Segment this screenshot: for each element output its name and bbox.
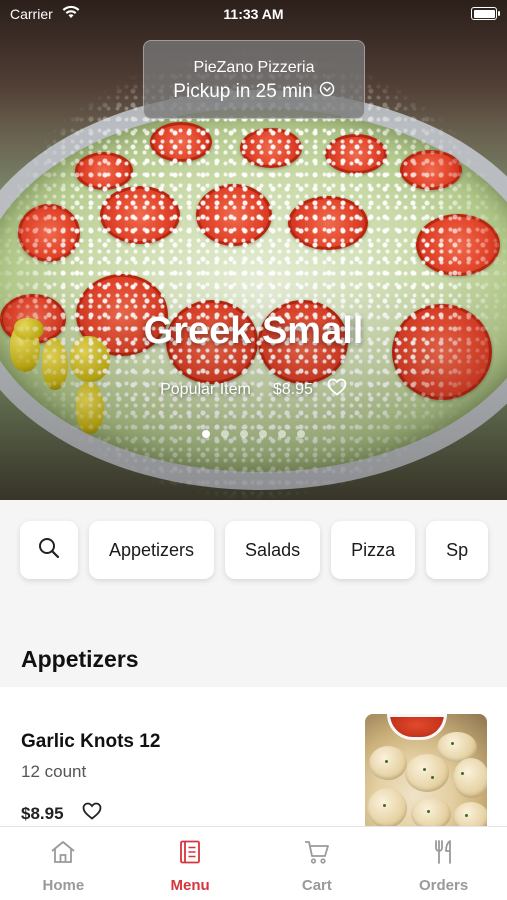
home-icon	[49, 839, 77, 869]
pickup-time-row[interactable]: Pickup in 25 min	[144, 81, 364, 103]
herb-speck	[423, 768, 426, 771]
herb-speck	[465, 814, 468, 817]
tab-menu[interactable]: Menu	[127, 827, 254, 900]
pickup-time-label: Pickup in 25 min	[173, 81, 313, 102]
herb-speck	[461, 772, 464, 775]
popular-tag: Popular Item	[160, 380, 251, 398]
tab-label: Cart	[301, 877, 332, 894]
herb-speck	[427, 810, 430, 813]
heart-outline-icon[interactable]	[82, 802, 102, 825]
menu-item-price: $8.95	[21, 803, 64, 823]
page-dot[interactable]	[240, 430, 248, 438]
marinara-cup	[387, 714, 447, 740]
garlic-knot	[367, 788, 407, 828]
tab-label: Orders	[419, 877, 469, 894]
tab-label: Home	[42, 877, 85, 894]
menu-item-description: 12 count	[21, 762, 87, 781]
page-dot[interactable]	[221, 430, 229, 438]
utensils-icon	[431, 839, 457, 869]
tab-orders[interactable]: Orders	[380, 827, 507, 900]
menu-item-name: Garlic Knots 12	[21, 731, 161, 752]
category-chip-sp[interactable]: Sp	[426, 521, 489, 579]
battery-icon	[471, 7, 500, 20]
herb-speck	[383, 804, 386, 807]
page-dot[interactable]	[202, 430, 210, 438]
garlic-knot	[369, 746, 407, 780]
status-bar: Carrier 11:33 AM	[0, 0, 507, 28]
category-bar: Appetizers Salads Pizza Sp	[20, 521, 489, 579]
clock: 11:33 AM	[223, 6, 284, 22]
search-icon	[37, 536, 61, 565]
menu-item-price-row: $8.95	[21, 802, 102, 825]
search-button[interactable]	[20, 521, 78, 579]
restaurant-selector[interactable]: PieZano Pizzeria Pickup in 25 min	[143, 40, 365, 119]
herb-speck	[431, 776, 434, 779]
menu-item-card[interactable]: Garlic Knots 12 12 count $8.95	[0, 687, 507, 837]
herb-speck	[451, 742, 454, 745]
app-screen: Carrier 11:33 AM PieZano Pizzeria Pickup…	[0, 0, 507, 900]
category-chip-appetizers[interactable]: Appetizers	[89, 521, 215, 579]
featured-item-meta: Popular Item $8.95	[0, 378, 507, 401]
category-chip-pizza[interactable]: Pizza	[331, 521, 416, 579]
section-title: Appetizers	[21, 646, 139, 672]
category-chip-salads[interactable]: Salads	[225, 521, 321, 579]
tab-label: Menu	[170, 877, 210, 894]
page-dot[interactable]	[297, 430, 305, 438]
garlic-knot	[453, 758, 487, 798]
menu-item-photo[interactable]	[365, 714, 487, 832]
featured-item-price: $8.95	[272, 380, 313, 398]
restaurant-name: PieZano Pizzeria	[193, 59, 315, 76]
heart-outline-icon[interactable]	[327, 378, 347, 401]
tab-bar: Home Menu Cart Orders	[0, 826, 507, 900]
tab-cart[interactable]: Cart	[254, 827, 381, 900]
page-dot[interactable]	[259, 430, 267, 438]
cart-icon	[303, 839, 331, 869]
menu-book-icon	[177, 839, 203, 869]
chevron-down-circle-icon	[319, 81, 335, 103]
featured-item-title: Greek Small	[143, 310, 364, 352]
carousel-page-indicator[interactable]	[0, 430, 507, 438]
page-dot[interactable]	[278, 430, 286, 438]
garlic-knot	[405, 754, 449, 792]
tab-home[interactable]: Home	[0, 827, 127, 900]
herb-speck	[385, 760, 388, 763]
